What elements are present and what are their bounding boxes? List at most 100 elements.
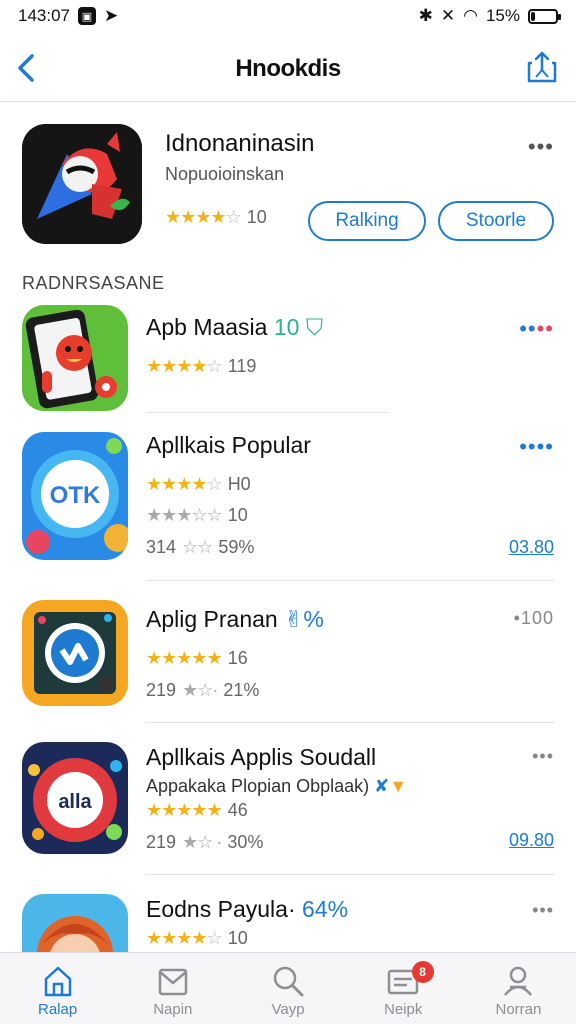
back-chevron-icon[interactable] (10, 50, 44, 86)
app-rating: ★★★★★ 46 (146, 800, 248, 821)
app-icon (22, 305, 128, 411)
share-icon[interactable] (526, 50, 558, 84)
star-rating-icon: ★★★☆☆ (146, 505, 223, 525)
navigation-bar: Hnookdis (0, 36, 576, 102)
featured-app-subtitle: Nopuoioinskan (165, 164, 285, 184)
battery-icon (528, 8, 561, 24)
notification-badge: 8 (411, 961, 434, 983)
tab-label: Neipk (384, 1001, 423, 1018)
more-button[interactable]: ••• (532, 900, 554, 921)
app-icon (22, 894, 128, 952)
star-rating-icon: ★★★★☆ (146, 356, 223, 376)
app-name: Eodns Payula· 64% (146, 896, 349, 922)
separator-dot: · (287, 896, 302, 922)
thumb-icon: ✌ (284, 606, 304, 632)
tab-label: Vayp (271, 1001, 305, 1018)
app-icon: OTK (22, 432, 128, 560)
star-rating-icon: ★★★★☆ (165, 207, 242, 227)
app-rating: ★★★★☆ 119 (146, 356, 256, 377)
svg-text:OTK: OTK (50, 482, 101, 509)
battery-percent: 15% (485, 6, 520, 25)
mail-icon (158, 968, 188, 996)
tab-mail[interactable]: Napin (115, 953, 230, 1024)
notification-icon: ▣ (78, 7, 96, 25)
bluetooth-icon: ✱ (418, 6, 433, 25)
shield-icon: ⛉ (299, 314, 324, 340)
rating-count: 10 (227, 928, 248, 948)
tab-bar: Ralap Napin Vayp 8 Neipk Norran (0, 952, 576, 1024)
tab-updates[interactable]: 8 Neipk (346, 953, 461, 1024)
stat-percent: 59% (218, 537, 255, 557)
rating-count: 119 (227, 356, 257, 376)
featured-rating: ★★★★☆ 10 (165, 207, 267, 228)
app-rating-secondary: ★★★☆☆ 10 (146, 505, 248, 526)
ranking-button[interactable]: Ralking (308, 201, 426, 241)
rating-count: 10 (227, 505, 248, 525)
rating-count: 16 (227, 648, 248, 668)
app-rating: ★★★★☆ H0 (146, 474, 251, 495)
star-icon: ☆☆ (182, 537, 213, 557)
stat-value: 314 (146, 537, 177, 557)
app-icon: alla (22, 742, 128, 854)
check-icon: ✘ (374, 776, 390, 796)
stat-value: 219 (146, 680, 177, 700)
app-name: Apllkais Popular (146, 432, 311, 458)
featured-app-name: Idnonaninasin (165, 130, 315, 157)
stat-value: 219 (146, 832, 177, 852)
app-subtitle: Appakaka Plopian Obplaak) ✘▼ (146, 776, 408, 796)
list-item[interactable]: Eodns Payula· 64% ★★★★☆ 10 ••• (0, 892, 576, 952)
stat-percent: 30% (227, 832, 264, 852)
store-button[interactable]: Stoorle (438, 201, 554, 241)
app-stats: 219 ★☆ · 30% (146, 832, 263, 853)
star-icon: ★☆ · (182, 832, 222, 852)
account-icon (504, 966, 533, 996)
home-icon (44, 966, 71, 997)
featured-more-button[interactable]: ••• (528, 134, 554, 160)
search-icon (273, 966, 304, 997)
star-rating-icon: ★★★★★ (146, 648, 223, 668)
featured-app-icon[interactable] (22, 124, 142, 244)
wifi-icon: ◠ (463, 6, 478, 25)
status-time: 143:07 (18, 6, 70, 25)
app-name: Apb Maasia 10 ⛉ (146, 314, 324, 340)
app-badge: 10 (273, 314, 300, 340)
star-icon: ★☆· (182, 680, 218, 700)
page-title: Hnookdis (235, 54, 341, 82)
star-rating-icon: ★★★★★ (146, 800, 223, 820)
tab-search[interactable]: Vayp (230, 953, 345, 1024)
tab-label: Napin (153, 1001, 193, 1018)
price-button[interactable]: 09.80 (509, 830, 554, 851)
star-rating-icon: ★★★★☆ (146, 928, 223, 948)
app-icon (22, 600, 128, 706)
app-stats: 314 ☆☆ 59% (146, 537, 254, 558)
app-name: Aplig Pranan ✌% (146, 606, 324, 632)
app-rating: ★★★★★ 16 (146, 648, 248, 669)
status-bar: 143:07 ▣ ➤ ✱ ✕ ◠ 15% (0, 0, 576, 32)
more-button[interactable]: ••• (532, 746, 554, 767)
app-suffix: % (303, 606, 324, 632)
divider (146, 412, 388, 413)
app-stats: 219 ★☆· 21% (146, 680, 259, 701)
divider (146, 580, 554, 581)
tab-account[interactable]: Norran (461, 953, 576, 1024)
divider (146, 722, 554, 723)
mute-icon: ✕ (440, 6, 456, 25)
rating-count: H0 (227, 474, 251, 494)
svg-text:alla: alla (58, 791, 92, 813)
more-button[interactable]: •••• (519, 434, 554, 460)
tab-label: Norran (495, 1001, 542, 1018)
star-rating-icon: ★★★★☆ (146, 474, 223, 494)
app-name: Apllkais Applis Soudall (146, 744, 377, 770)
tab-label: Ralap (38, 1001, 78, 1018)
rating-count: 46 (227, 800, 248, 820)
price-button[interactable]: 03.80 (509, 537, 554, 558)
trophy-icon: ▼ (389, 776, 408, 796)
location-icon: ➤ (104, 6, 119, 25)
featured-rating-count: 10 (246, 207, 267, 227)
tab-home[interactable]: Ralap (0, 953, 115, 1024)
stat-percent: 21% (223, 680, 260, 700)
more-button[interactable]: •••• (519, 316, 554, 342)
more-button[interactable]: •100 (514, 608, 554, 629)
section-header: RADNRSASANE (22, 273, 165, 293)
app-rating: ★★★★☆ 10 (146, 928, 248, 949)
